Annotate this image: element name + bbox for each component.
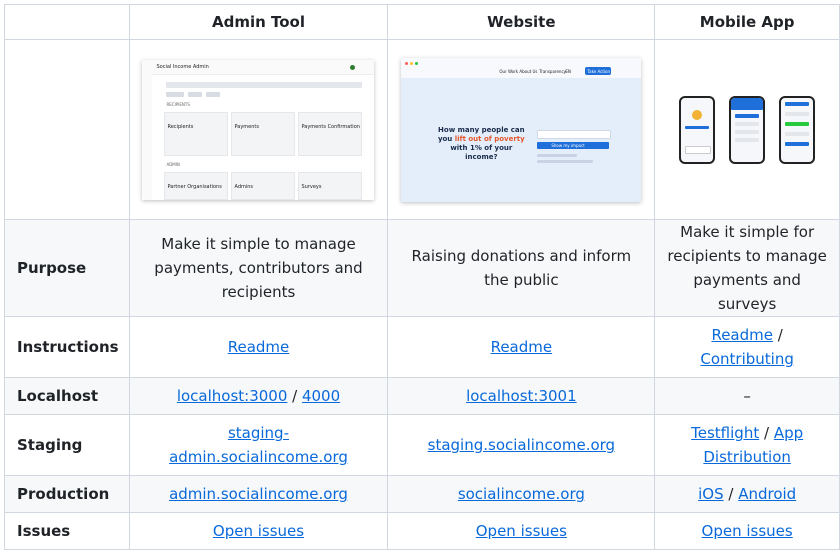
admin-card-payments: Payments bbox=[234, 123, 259, 130]
website-screenshot-cell: Our Work About Us Transparency EN Take A… bbox=[387, 39, 656, 220]
screenshots-row: Social Income Admin RECIPIENTS Recipient… bbox=[4, 39, 840, 220]
instructions-admin: Readme bbox=[128, 316, 389, 378]
production-website: socialincome.org bbox=[387, 475, 656, 513]
row-label-production: Production bbox=[4, 475, 130, 513]
website-production-link[interactable]: socialincome.org bbox=[458, 485, 585, 503]
row-production: Production admin.socialincome.org social… bbox=[4, 475, 840, 513]
website-headline: How many people can you lift out of pove… bbox=[437, 125, 525, 161]
admin-open-issues-link[interactable]: Open issues bbox=[213, 522, 304, 540]
header-row: Admin Tool Website Mobile App bbox=[4, 4, 840, 40]
separator: / bbox=[772, 326, 783, 344]
row-issues: Issues Open issues Open issues Open issu… bbox=[4, 512, 840, 550]
issues-website: Open issues bbox=[387, 512, 656, 550]
admin-staging-link[interactable]: staging-admin.socialincome.org bbox=[169, 424, 348, 466]
website-nav-en: EN bbox=[565, 68, 571, 74]
mobile-android-link[interactable]: Android bbox=[738, 485, 796, 503]
admin-section-admin: ADMIN bbox=[166, 161, 180, 167]
row-label-staging: Staging bbox=[4, 414, 130, 476]
instructions-mobile: Readme / Contributing bbox=[654, 316, 840, 378]
purpose-mobile: Make it simple for recipients to manage … bbox=[654, 219, 840, 317]
row-label-localhost: Localhost bbox=[4, 377, 130, 415]
localhost-mobile: – bbox=[654, 377, 840, 415]
purpose-admin: Make it simple to manage payments, contr… bbox=[128, 219, 389, 317]
staging-mobile: Testflight / App Distribution bbox=[654, 414, 840, 476]
issues-admin: Open issues bbox=[128, 512, 389, 550]
mobile-readme-link[interactable]: Readme bbox=[711, 326, 773, 344]
admin-section-recipients: RECIPIENTS bbox=[166, 101, 190, 107]
separator: / bbox=[287, 387, 302, 405]
website-show-impact-button: Show my impact bbox=[551, 142, 585, 148]
issues-mobile: Open issues bbox=[654, 512, 840, 550]
staging-website: staging.socialincome.org bbox=[387, 414, 656, 476]
mobile-open-issues-link[interactable]: Open issues bbox=[702, 522, 793, 540]
website-localhost-3001-link[interactable]: localhost:3001 bbox=[466, 387, 577, 405]
localhost-admin: localhost:3000 / 4000 bbox=[128, 377, 389, 415]
admin-production-link[interactable]: admin.socialincome.org bbox=[169, 485, 348, 503]
mobile-app-screenshot bbox=[665, 95, 829, 164]
separator: / bbox=[723, 485, 739, 503]
admin-card-surveys: Surveys bbox=[301, 183, 322, 190]
admin-card-payments-confirmation: Payments Confirmation bbox=[301, 123, 360, 130]
phone-mockup-2 bbox=[729, 95, 766, 164]
header-mobile-app: Mobile App bbox=[654, 4, 840, 40]
website-nav-transparency: Transparency bbox=[539, 68, 567, 74]
row-label-purpose: Purpose bbox=[4, 219, 130, 317]
phone-mockup-3 bbox=[779, 95, 816, 164]
purpose-website: Raising donations and inform the public bbox=[387, 219, 656, 317]
production-mobile: iOS / Android bbox=[654, 475, 840, 513]
website-readme-link[interactable]: Readme bbox=[491, 338, 553, 356]
row-instructions: Instructions Readme Readme Readme / Cont… bbox=[4, 316, 840, 378]
header-admin-tool: Admin Tool bbox=[128, 4, 389, 40]
admin-localhost-4000-link[interactable]: 4000 bbox=[302, 387, 340, 405]
admin-localhost-3000-link[interactable]: localhost:3000 bbox=[177, 387, 288, 405]
website-nav-our-work: Our Work bbox=[499, 68, 519, 74]
row-staging: Staging staging-admin.socialincome.org s… bbox=[4, 414, 840, 476]
row-localhost: Localhost localhost:3000 / 4000 localhos… bbox=[4, 377, 840, 415]
mobile-screenshot-cell bbox=[654, 39, 840, 220]
admin-card-partner-organisations: Partner Organisations bbox=[167, 183, 222, 190]
instructions-website: Readme bbox=[387, 316, 656, 378]
localhost-website: localhost:3001 bbox=[387, 377, 656, 415]
mobile-ios-link[interactable]: iOS bbox=[698, 485, 724, 503]
production-admin: admin.socialincome.org bbox=[128, 475, 389, 513]
phone-mockup-1 bbox=[679, 95, 716, 164]
admin-tool-screenshot: Social Income Admin RECIPIENTS Recipient… bbox=[142, 59, 375, 200]
admin-card-admins: Admins bbox=[234, 183, 254, 190]
admin-app-title: Social Income Admin bbox=[156, 63, 209, 70]
staging-admin: staging-admin.socialincome.org bbox=[128, 414, 389, 476]
admin-card-recipients: Recipients bbox=[167, 123, 194, 130]
row-label-instructions: Instructions bbox=[4, 316, 130, 378]
separator: / bbox=[759, 424, 774, 442]
admin-screenshot-cell: Social Income Admin RECIPIENTS Recipient… bbox=[128, 39, 389, 220]
website-staging-link[interactable]: staging.socialincome.org bbox=[428, 436, 615, 454]
website-take-action: Take Action bbox=[587, 68, 611, 74]
header-website: Website bbox=[387, 4, 656, 40]
website-screenshot: Our Work About Us Transparency EN Take A… bbox=[401, 57, 642, 202]
screenshots-row-label bbox=[4, 39, 130, 220]
website-open-issues-link[interactable]: Open issues bbox=[476, 522, 567, 540]
admin-readme-link[interactable]: Readme bbox=[228, 338, 290, 356]
row-purpose: Purpose Make it simple to manage payment… bbox=[4, 219, 840, 317]
mobile-contributing-link[interactable]: Contributing bbox=[700, 350, 793, 368]
header-empty bbox=[4, 4, 130, 40]
mobile-testflight-link[interactable]: Testflight bbox=[691, 424, 759, 442]
projects-table: Admin Tool Website Mobile App Social Inc… bbox=[4, 4, 840, 550]
row-label-issues: Issues bbox=[4, 512, 130, 550]
website-nav-about-us: About Us bbox=[519, 68, 538, 74]
